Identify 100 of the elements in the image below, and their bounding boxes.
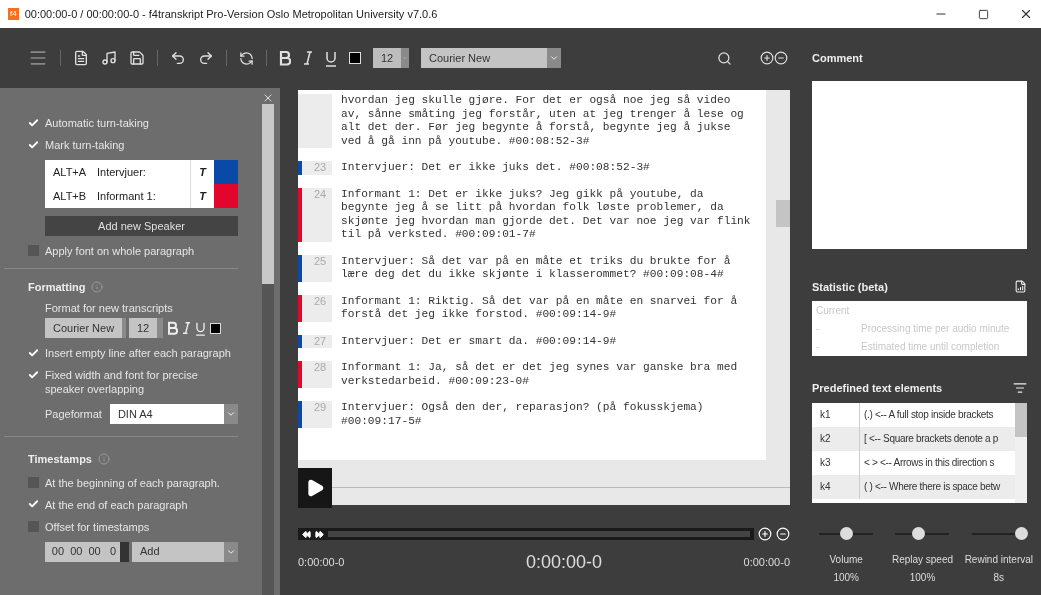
app-logo: f4: [8, 8, 19, 20]
menu-icon[interactable]: [28, 48, 48, 68]
music-note-icon[interactable]: [101, 50, 117, 66]
dropdown-icon: [224, 404, 238, 424]
speaker-name: Informant 1:: [97, 188, 157, 204]
save-icon[interactable]: [129, 50, 145, 66]
dropdown-icon: [122, 318, 127, 338]
checkbox[interactable]: [28, 139, 39, 150]
close-icon[interactable]: [1019, 7, 1033, 21]
checkbox[interactable]: [28, 498, 39, 510]
loop-icon[interactable]: [239, 50, 254, 66]
line-number: 28: [313, 361, 327, 375]
italic-icon[interactable]: [182, 321, 191, 335]
timeline-track[interactable]: [298, 528, 754, 540]
slider-value: 8s: [993, 570, 1005, 585]
zoom-in-icon[interactable]: [760, 51, 774, 65]
dropdown-icon: [157, 318, 163, 338]
line-number: 25: [313, 254, 327, 269]
font-size-select[interactable]: 12: [129, 318, 163, 338]
checkbox[interactable]: [28, 476, 39, 488]
checkbox-label: Insert empty line after each paragraph: [45, 346, 231, 360]
play-icon: [305, 477, 325, 498]
checkbox-label: At the beginning of each paragraph.: [45, 475, 220, 490]
text-color-swatch[interactable]: [349, 52, 361, 64]
checkbox-label: At the end of each paragraph: [45, 497, 188, 512]
slider-thumb[interactable]: [911, 526, 925, 540]
line-number: 24: [313, 187, 327, 202]
dropdown-icon: [547, 48, 561, 68]
line-number: 26: [313, 294, 327, 309]
transcript-paragraph: Informant 1: Ja, så det er det jeg synes var ganske bra med verkstedarbeid. #00:09:23-0#: [340, 361, 739, 388]
redo-icon[interactable]: [198, 50, 214, 66]
slider-label: Volume: [829, 552, 863, 567]
zoom-out-icon[interactable]: [774, 51, 788, 65]
transcript-paragraph: Intervjuer: Det er smart da. #00:09:14-9#: [340, 334, 617, 348]
bold-icon[interactable]: [167, 321, 178, 335]
transcript-paragraph: Intervjuer: Så det var på en måte et triks du brukte for å lære deg det du ikke skjønte i klasserommet? #00:09:08-4#: [340, 254, 732, 282]
text-element-row[interactable]: k2 [ <-- Square brackets denote a p: [812, 426, 1015, 451]
slider-value: 100%: [909, 570, 936, 585]
pageformat-label: Pageformat: [45, 406, 102, 422]
transcript-paragraph: Informant 1: Riktig. Så det var på en måte en snarvei for å forstå det jeg ikke forstod. #00:09:14-9#: [340, 294, 739, 322]
slider-thumb[interactable]: [839, 526, 853, 540]
pageformat-select[interactable]: DIN A4: [109, 404, 238, 424]
scrollbar-thumb[interactable]: [776, 200, 790, 227]
speaker-name: Intervjuer:: [97, 164, 147, 180]
maximize-icon[interactable]: [978, 8, 989, 20]
font-size-select[interactable]: 12: [373, 48, 409, 68]
underline-icon[interactable]: [195, 320, 206, 336]
end-time: 0:00:00-0: [743, 555, 790, 571]
line-number: 23: [313, 161, 327, 175]
dropdown-icon: [224, 541, 238, 562]
undo-icon[interactable]: [170, 50, 186, 66]
section-title: Timestamps: [28, 452, 92, 467]
statistic-value: -: [816, 322, 821, 336]
document-icon[interactable]: [1014, 280, 1027, 294]
window-title: 00:00:00-0 / 00:00:00-0 - f4transkript Pro-Version Oslo Metropolitan University v7.0.6: [24, 6, 438, 22]
fast-forward-icon[interactable]: [315, 529, 324, 539]
offset-field[interactable]: 00 00 00 0: [45, 541, 129, 562]
checkbox[interactable]: [28, 117, 39, 128]
line-gutter: [298, 94, 332, 148]
checkbox-label: Fixed width and font for precise speaker overlapping: [45, 368, 199, 396]
font-select[interactable]: Courier New: [421, 48, 561, 68]
speaker-color[interactable]: [214, 160, 238, 184]
font-select[interactable]: Courier New: [45, 318, 125, 338]
checkbox-label: Automatic turn-taking: [45, 116, 149, 130]
format-subtitle: Format for new transcripts: [45, 300, 174, 316]
bold-icon[interactable]: [279, 50, 291, 66]
dropdown-icon: [401, 48, 409, 68]
italic-icon[interactable]: [303, 50, 313, 66]
line-number: 27: [313, 334, 327, 348]
start-time: 0:00:00-0: [298, 555, 345, 571]
checkbox-label: Mark turn-taking: [45, 138, 125, 152]
text-color-swatch[interactable]: [210, 322, 221, 334]
offset-mode-select[interactable]: Add: [132, 541, 238, 562]
scrollbar-thumb[interactable]: [1015, 402, 1027, 437]
checkbox[interactable]: [28, 369, 39, 380]
transcript-paragraph: Intervjuer: Det er ikke juks det. #00:08:52-3#: [340, 161, 650, 175]
search-icon[interactable]: [717, 50, 732, 66]
underline-icon[interactable]: [325, 49, 337, 67]
panel-title: Predefined text elements: [812, 381, 943, 396]
comment-field[interactable]: [812, 80, 1027, 249]
panel-title: Statistic (beta): [812, 279, 888, 295]
speaker-color[interactable]: [214, 184, 238, 208]
transcript-paragraph: hvordan jeg skulle gjøre. For det er også noe jeg så video av, sånne småting jeg forstår, uten at jeg trenger å lese og alt det der. Før jeg begynte å forstå, begynte jeg å jukse ved å gå inn på youtube. #00:08:52-3#: [340, 94, 745, 148]
document-icon[interactable]: [73, 50, 89, 66]
transcript-paragraph: Informant 1: Det er ikke juks? Jeg gikk på youtube, da begynte jeg å se litt på hvordan folk løste problemer, da skjønte jeg hvordan man gjorde det. Det var noe jeg var flink til på verksted. #00:09:01-7#: [340, 187, 752, 242]
checkbox[interactable]: [28, 520, 39, 532]
line-number: 29: [313, 401, 327, 415]
checkbox-label: Offset for timestamps: [45, 519, 150, 534]
checkbox[interactable]: [28, 347, 39, 358]
checkbox[interactable]: [28, 245, 39, 256]
slider-thumb[interactable]: [1014, 526, 1028, 540]
speaker-shortcut: ALT+A: [52, 164, 88, 180]
scrollbar-thumb[interactable]: [262, 104, 274, 284]
speaker-shortcut: ALT+B: [52, 188, 88, 204]
text-element-row[interactable]: k4 ( ) <-- Where there is space betw: [812, 474, 1015, 499]
section-title: Formatting: [28, 280, 86, 295]
statistic-value: -: [816, 340, 821, 354]
rewind-icon[interactable]: [302, 529, 311, 539]
play-button[interactable]: [298, 467, 332, 508]
add-speaker-button[interactable]: Add new Speaker: [45, 216, 238, 236]
